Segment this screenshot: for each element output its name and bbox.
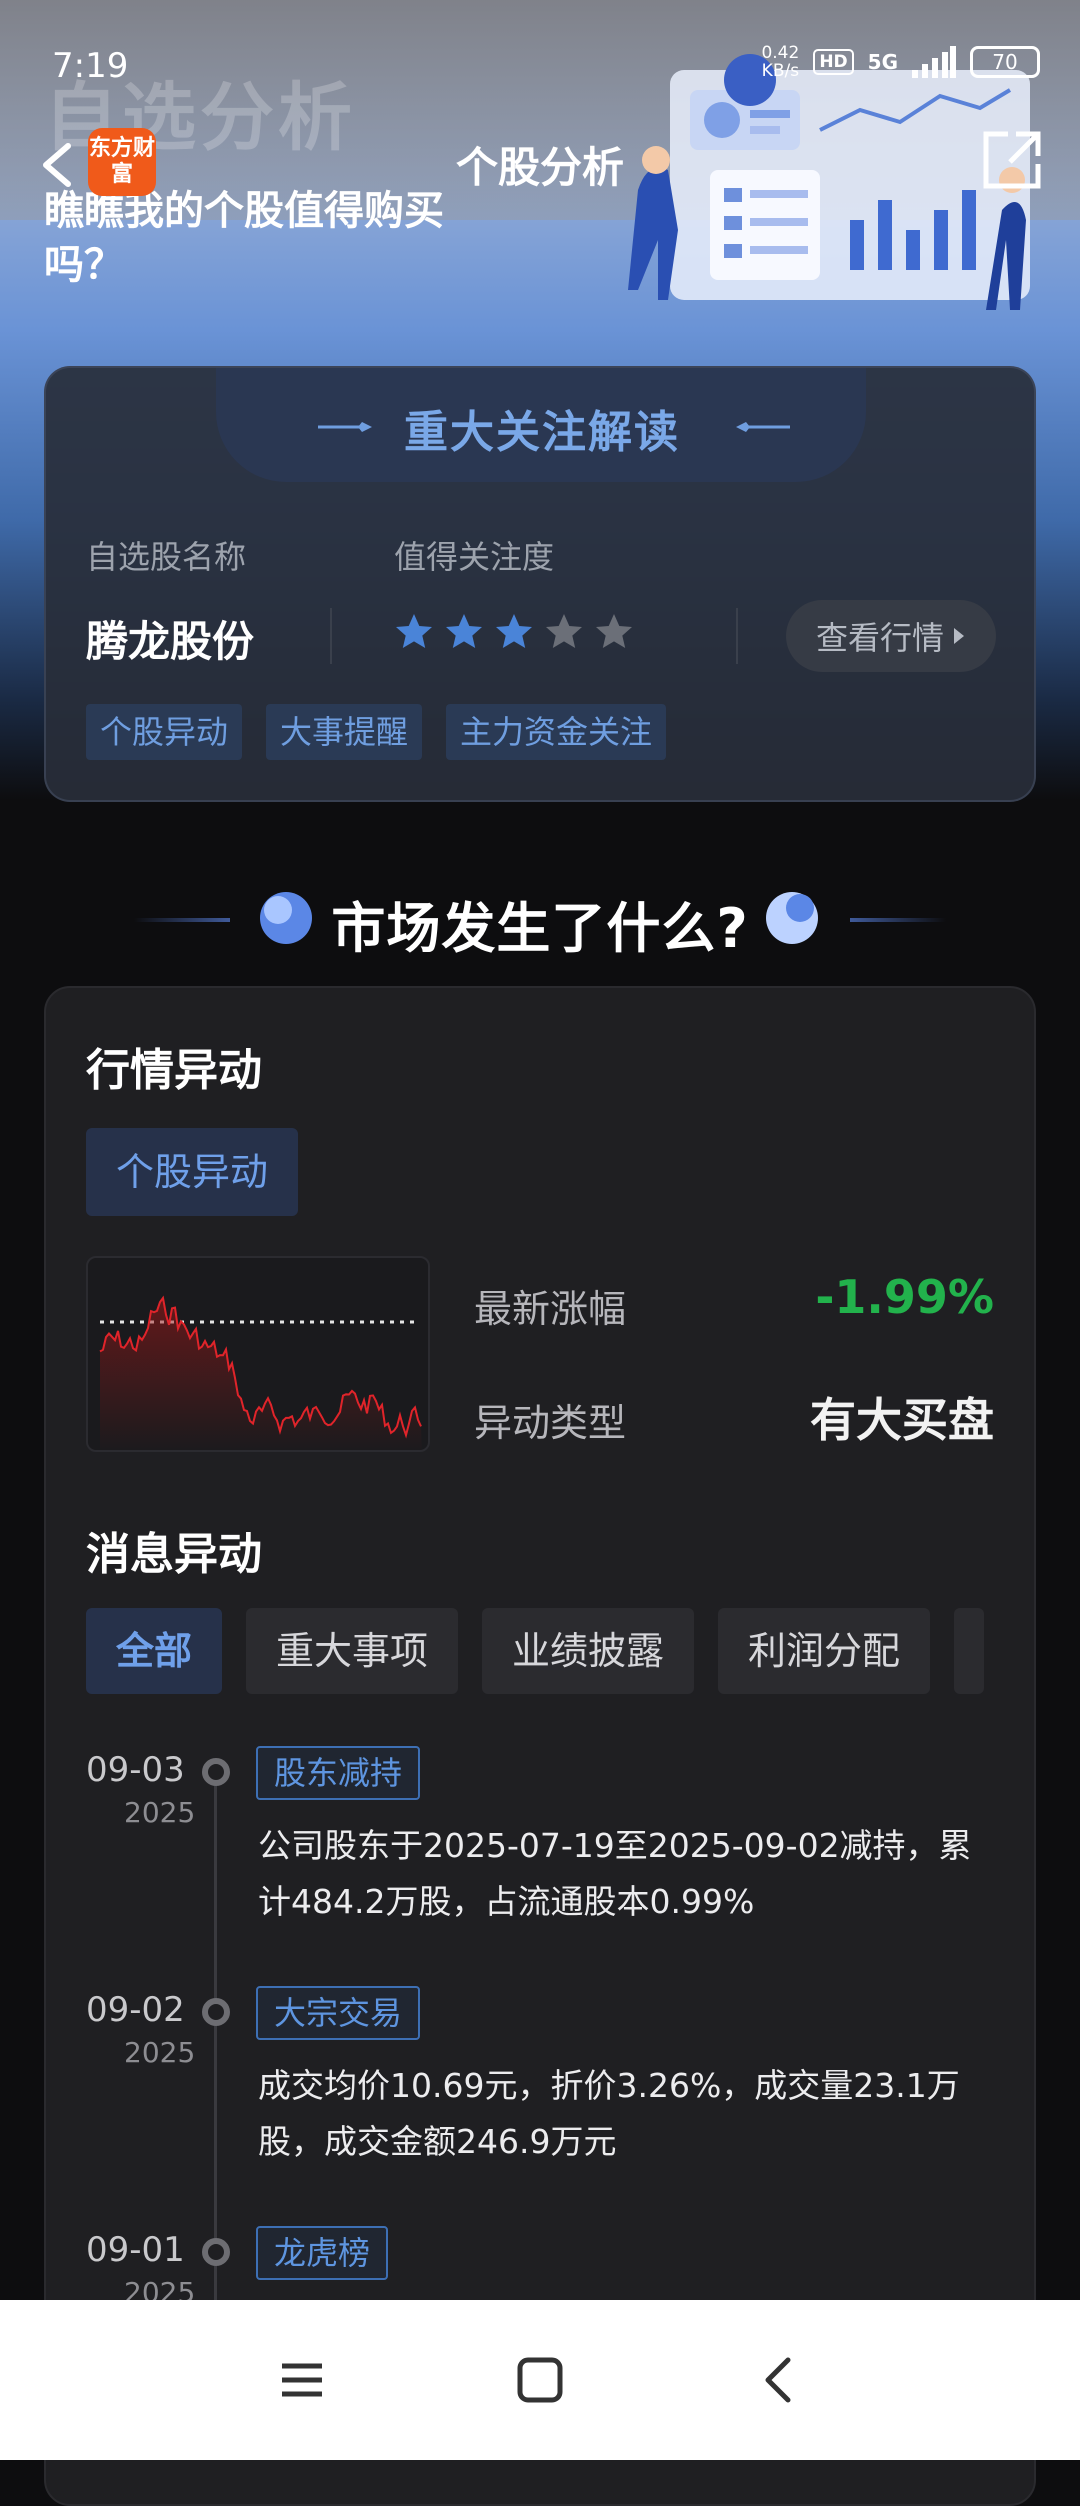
focus-tags: 个股异动 大事提醒 主力资金关注 [86,704,667,760]
timeline-dot [202,1998,230,2026]
stock-name-label: 自选股名称 [86,538,247,576]
market-anomaly-heading: 行情异动 [86,1045,262,1096]
news-text: 成交均价10.69元，折价3.26%，成交量23.1万股，成交金额246.9万元 [258,2066,960,2161]
tag-stock-anomaly[interactable]: 个股异动 [86,704,243,760]
stock-name: 腾龙股份 [86,617,255,666]
news-year: 2025 [124,2036,196,2069]
battery-icon: 70 [970,46,1040,78]
system-navigation-bar [0,2300,1080,2460]
filter-all[interactable]: 全部 [86,1608,223,1694]
section-title: 市场发生了什么? [331,897,749,960]
news-date: 09-03 [86,1750,185,1790]
focus-card: 重大关注解读 自选股名称 值得关注度 腾龙股份 查看行情 个股异动 大事提醒 主… [44,366,1036,802]
filter-major-events[interactable]: 重大事项 [246,1608,459,1694]
share-icon[interactable] [980,128,1044,192]
divider [736,608,738,664]
navigation-bar: 东方财富 个股分析 [0,120,1080,210]
section-header: 市场发生了什么? [0,870,1080,970]
filter-earnings[interactable]: 业绩披露 [482,1608,695,1694]
star-filled-icon [396,614,432,648]
news-tag: 股东减持 [256,1746,421,1800]
star-empty-icon [596,614,632,648]
star-filled-icon [446,614,482,648]
signal-strength-icon [912,46,956,78]
network-rate-value: 0.42 [761,43,800,63]
anomaly-type-value: 有大买盘 [810,1393,994,1447]
timeline-dot [202,2238,230,2266]
section-line-right [850,918,946,922]
back-icon[interactable] [750,2350,810,2410]
filter-dividends[interactable]: 利润分配 [718,1608,931,1694]
news-tag: 大宗交易 [256,1986,421,2040]
star-empty-icon [546,614,582,648]
stock-anomaly-tab[interactable]: 个股异动 [86,1128,299,1216]
news-date: 09-02 [86,1990,185,2030]
news-text: 公司股东于2025-07-19至2025-09-02减持，累计484.2万股，占… [258,1826,972,1921]
network-rate-unit: KB/s [761,61,800,81]
caret-right-icon [954,628,964,644]
focus-card-title: 重大关注解读 [404,407,680,458]
signal-5g-label: 5G [867,50,898,74]
news-filter-tabs: 全部 重大事项 业绩披露 利润分配 [86,1608,985,1694]
market-card: 行情异动 个股异动 最新涨幅 -1.99% 异动类型 有大买盘 消息异动 全部 … [44,986,1036,2506]
latest-change-label: 最新涨幅 [474,1287,627,1331]
bubble-icon-right [766,892,818,944]
star-filled-icon [496,614,532,648]
page-title: 个股分析 [455,143,624,192]
latest-change-value: -1.99% [815,1270,994,1324]
status-time: 7:19 [52,46,129,86]
status-indicators: 0.42 KB/s HD 5G 70 [761,44,1040,80]
menu-icon[interactable] [272,2350,332,2410]
news-tag: 龙虎榜 [256,2226,389,2280]
anomaly-type-label: 异动类型 [474,1401,627,1445]
network-rate: 0.42 KB/s [761,44,799,80]
view-market-button[interactable]: 查看行情 [786,600,996,672]
tag-main-capital[interactable]: 主力资金关注 [446,704,667,760]
tag-event-reminder[interactable]: 大事提醒 [266,704,423,760]
hd-icon: HD [813,49,854,75]
status-bar: 7:19 0.42 KB/s HD 5G 70 [0,0,1080,130]
view-market-label: 查看行情 [815,619,944,657]
price-sparkline[interactable] [86,1256,430,1452]
divider [330,608,332,664]
news-anomaly-heading: 消息异动 [86,1529,262,1580]
news-date: 09-01 [86,2230,185,2270]
attention-label: 值得关注度 [394,538,555,576]
news-year: 2025 [124,1796,196,1829]
home-icon[interactable] [510,2350,570,2410]
timeline-dot [202,1758,230,1786]
filter-more-partial[interactable] [954,1608,985,1694]
attention-rating [394,612,634,652]
